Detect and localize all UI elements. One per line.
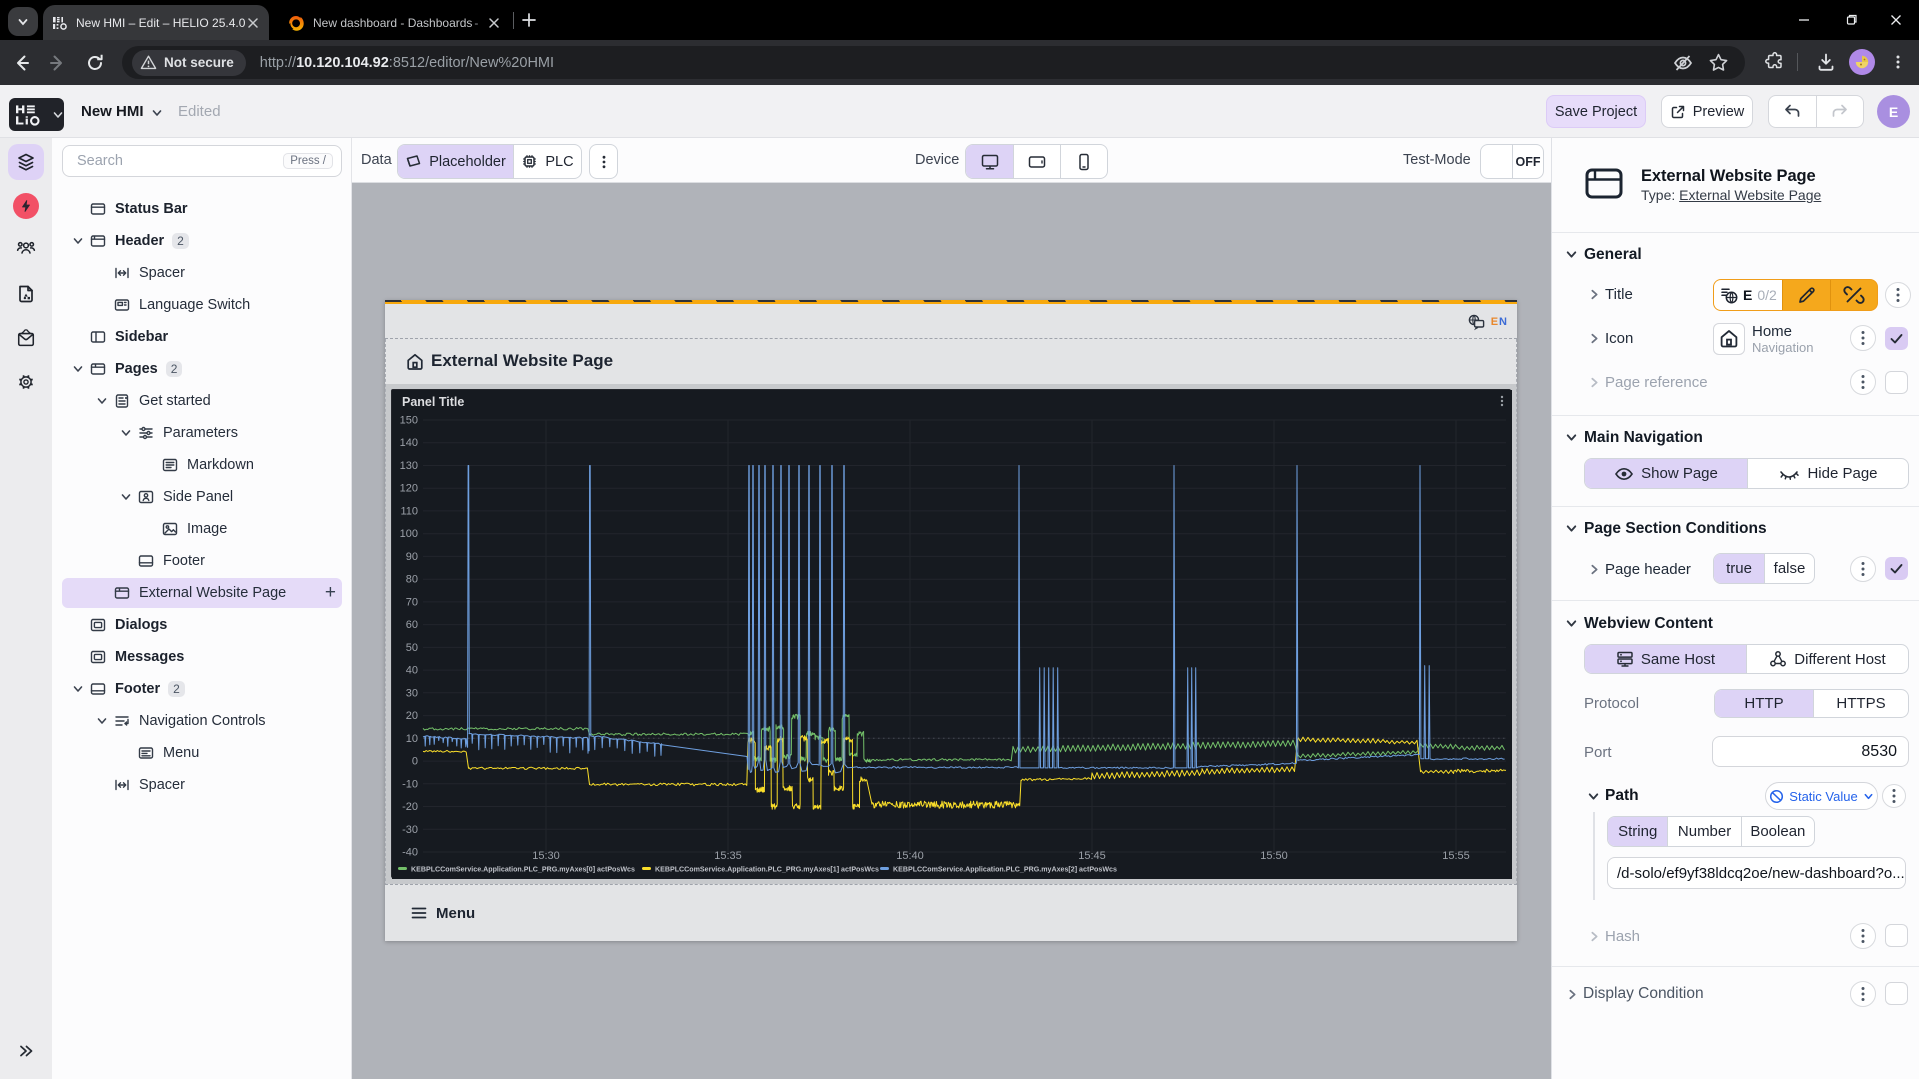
svg-text:30: 30 [406,687,418,699]
svg-text:15:35: 15:35 [714,850,742,862]
svg-text:15:45: 15:45 [1078,850,1106,862]
svg-text:70: 70 [406,596,418,608]
svg-text:100: 100 [400,528,418,540]
svg-text:KEBPLCComService.Application.P: KEBPLCComService.Application.PLC_PRG.myA… [893,866,1117,874]
svg-text:15:50: 15:50 [1260,850,1288,862]
svg-text:40: 40 [406,665,418,677]
svg-text:15:30: 15:30 [532,850,560,862]
svg-text:Panel Title: Panel Title [402,395,464,409]
svg-text:KEBPLCComService.Application.P: KEBPLCComService.Application.PLC_PRG.myA… [411,866,635,874]
svg-text:110: 110 [400,505,418,517]
svg-text:15:40: 15:40 [896,850,924,862]
svg-text:-40: -40 [402,847,418,859]
svg-text:90: 90 [406,551,418,563]
svg-text:15:55: 15:55 [1442,850,1470,862]
svg-text:60: 60 [406,619,418,631]
svg-text:20: 20 [406,710,418,722]
svg-text:80: 80 [406,574,418,586]
svg-text:130: 130 [400,460,418,472]
svg-text:-10: -10 [402,778,418,790]
svg-text:-20: -20 [402,801,418,813]
svg-text:10: 10 [406,733,418,745]
svg-text:-30: -30 [402,824,418,836]
svg-text:150: 150 [400,415,418,427]
svg-text:0: 0 [412,756,418,768]
svg-text:KEBPLCComService.Application.P: KEBPLCComService.Application.PLC_PRG.myA… [655,866,879,874]
svg-text:120: 120 [400,483,418,495]
svg-text:140: 140 [400,437,418,449]
svg-text:50: 50 [406,642,418,654]
